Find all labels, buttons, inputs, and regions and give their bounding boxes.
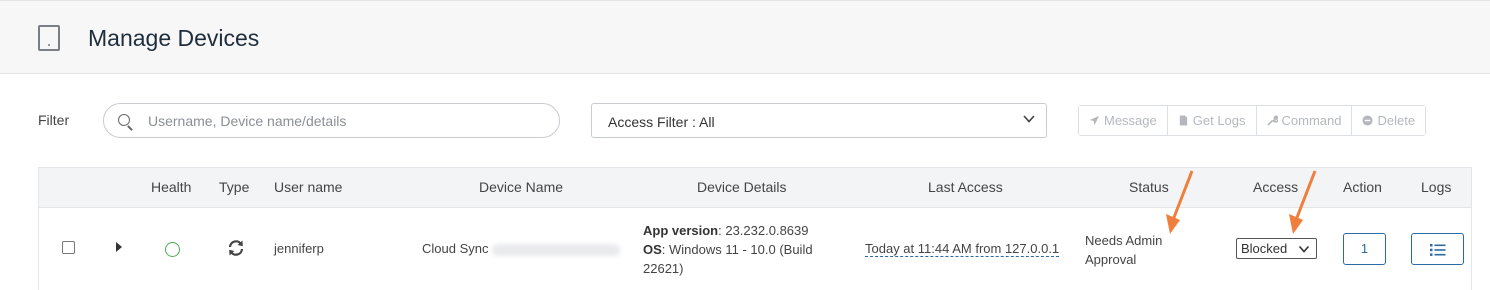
column-header-type[interactable]: Type [219, 179, 249, 195]
access-select[interactable]: Blocked [1236, 238, 1317, 259]
column-header-health[interactable]: Health [151, 179, 191, 195]
command-button[interactable]: Command [1256, 106, 1353, 135]
redacted-device-id [492, 243, 621, 256]
delete-button[interactable]: Delete [1352, 106, 1426, 135]
tablet-icon [38, 25, 60, 51]
annotation-arrow-status [1166, 170, 1194, 234]
delete-button-label: Delete [1377, 113, 1416, 128]
app-version-value: : 23.232.0.8639 [718, 223, 809, 238]
health-status-icon [165, 242, 180, 257]
page-header: Manage Devices [0, 0, 1490, 74]
os-label: OS [643, 242, 662, 257]
column-header-action[interactable]: Action [1343, 179, 1382, 195]
annotation-arrow-access [1289, 170, 1317, 234]
command-button-label: Command [1281, 113, 1342, 128]
column-header-logs[interactable]: Logs [1421, 179, 1451, 195]
wrench-icon [1266, 115, 1278, 126]
app-version-label: App version [643, 223, 719, 238]
table-row: jenniferp Cloud Sync App version: 23.232… [38, 208, 1472, 290]
column-header-device-name[interactable]: Device Name [479, 179, 563, 195]
last-access-link[interactable]: Today at 11:44 AM from 127.0.0.1 [865, 241, 1060, 257]
expand-row-icon[interactable] [116, 242, 122, 252]
access-filter-dropdown[interactable]: Access Filter : All [591, 103, 1047, 138]
column-header-last-access[interactable]: Last Access [928, 179, 1003, 195]
send-icon [1089, 115, 1100, 126]
column-header-user-name[interactable]: User name [274, 179, 342, 195]
message-button[interactable]: Message [1079, 106, 1168, 135]
message-button-label: Message [1104, 113, 1157, 128]
logs-button[interactable] [1411, 233, 1464, 265]
user-name: jenniferp [274, 241, 324, 256]
page-title: Manage Devices [88, 25, 260, 51]
search-box[interactable] [103, 103, 560, 138]
minus-circle-icon [1362, 115, 1374, 126]
row-select-checkbox[interactable] [62, 241, 75, 254]
file-icon [1179, 115, 1187, 126]
access-filter-label: Access Filter : All [608, 114, 715, 130]
table-header: Health Type User name Device Name Device… [38, 167, 1472, 208]
device-name-text: Cloud Sync [422, 241, 489, 256]
list-icon [1430, 244, 1446, 256]
sync-icon [228, 240, 244, 256]
search-icon [118, 114, 130, 126]
get-logs-button[interactable]: Get Logs [1167, 106, 1257, 135]
device-name: Cloud Sync [422, 241, 621, 256]
device-details: App version: 23.232.0.8639 OS: Windows 1… [643, 221, 833, 278]
chevron-down-icon [1298, 245, 1310, 253]
chevron-down-icon [1023, 115, 1035, 123]
device-action-toolbar: Message Get Logs Command Delete [1078, 105, 1427, 136]
column-header-device-details[interactable]: Device Details [697, 179, 786, 195]
search-input[interactable] [148, 105, 548, 136]
os-value: : Windows 11 - 10.0 (Build 22621) [643, 242, 813, 276]
filter-label: Filter [38, 112, 70, 128]
access-select-value: Blocked [1241, 241, 1288, 256]
action-button[interactable]: 1 [1343, 233, 1386, 265]
get-logs-button-label: Get Logs [1192, 113, 1246, 128]
